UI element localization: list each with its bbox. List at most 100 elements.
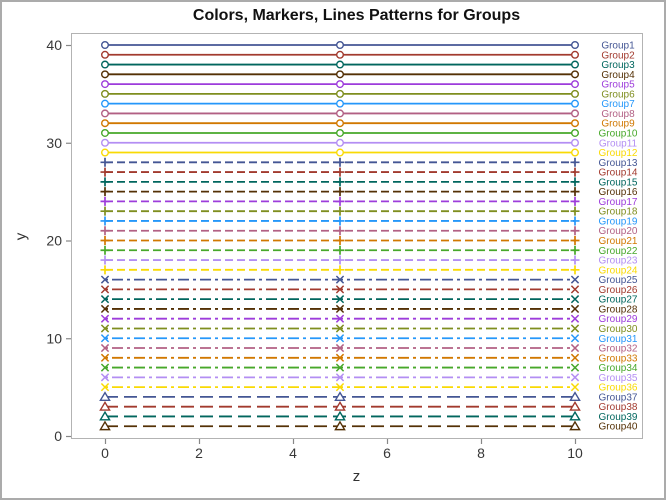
series-marker-circle	[336, 99, 345, 108]
series-marker-plus	[100, 236, 110, 245]
series-marker-circle	[571, 50, 580, 59]
series-marker-circle	[336, 50, 345, 59]
series-marker-circle	[336, 80, 345, 89]
y-tick-label: 20	[46, 233, 62, 249]
series-marker-circle	[100, 60, 109, 69]
series-marker-circle	[100, 109, 109, 118]
series-marker-plus	[335, 255, 345, 265]
series-marker-circle	[336, 119, 345, 128]
series-marker-plus	[335, 187, 345, 197]
series-marker-plus	[570, 157, 580, 167]
series-marker-circle	[100, 148, 109, 157]
series-marker-circle	[571, 99, 580, 108]
series-marker-plus	[570, 167, 580, 177]
x-tick-label: 4	[289, 445, 297, 461]
sas-graph: Colors, Markers, Lines Patterns for Grou…	[0, 0, 666, 500]
series-marker-x	[570, 343, 580, 353]
series-marker-circle	[571, 128, 580, 137]
series-marker-plus	[570, 265, 580, 275]
y-tick-label: 40	[46, 37, 62, 53]
series-marker-circle	[571, 41, 580, 50]
series-marker-circle	[571, 80, 580, 89]
y-tick-label: 10	[46, 330, 62, 346]
series-marker-plus	[100, 167, 110, 177]
y-axis-label: y	[12, 232, 30, 241]
series-marker-circle	[100, 128, 109, 137]
series-marker-x	[570, 324, 580, 333]
plot-svg: 0 2 4 6 8 10010203040 Group1Group2Group3Group4…	[46, 33, 643, 461]
x-tick-label: 2	[195, 445, 203, 461]
series-marker-circle	[100, 99, 109, 108]
series-marker-circle	[336, 138, 345, 147]
series-marker-circle	[571, 70, 580, 79]
series-marker-plus	[570, 216, 580, 226]
series-marker-x	[570, 382, 580, 392]
series-curve-label: Group40	[599, 422, 638, 433]
series-marker-plus	[570, 187, 580, 197]
x-axis-label: z	[352, 468, 361, 485]
series-marker-x	[570, 285, 580, 294]
series-marker-x	[570, 363, 580, 372]
x-tick-label: 6	[383, 445, 391, 461]
series-marker-plus	[570, 255, 580, 265]
series-marker-plus	[335, 167, 345, 177]
series-marker-plus	[100, 245, 110, 255]
series-marker-circle	[100, 138, 109, 147]
series-marker-plus	[335, 226, 345, 236]
series-marker-plus	[100, 216, 110, 226]
series-marker-circle	[336, 89, 345, 98]
series-marker-plus	[335, 245, 345, 255]
series-marker-circle	[100, 50, 109, 59]
series-marker-plus	[570, 226, 580, 236]
series-marker-plus	[570, 206, 580, 216]
series-marker-plus	[100, 265, 110, 275]
series-marker-circle	[100, 89, 109, 98]
series-marker-plus	[335, 236, 345, 245]
series-marker-x	[570, 373, 580, 382]
series-marker-circle	[571, 138, 580, 147]
series-marker-circle	[571, 109, 580, 118]
series-marker-circle	[571, 60, 580, 69]
series-marker-x	[570, 353, 580, 362]
series-marker-circle	[336, 70, 345, 79]
series-marker-circle	[336, 60, 345, 69]
series-marker-plus	[570, 196, 580, 206]
series-marker-plus	[570, 245, 580, 255]
series-marker-x	[570, 295, 580, 304]
series-marker-plus	[335, 216, 345, 226]
series-marker-plus	[100, 226, 110, 236]
series-marker-plus	[570, 177, 580, 187]
series-marker-x	[570, 314, 580, 323]
series-marker-plus	[335, 196, 345, 206]
series-marker-plus	[100, 157, 110, 167]
series-marker-plus	[570, 236, 580, 245]
y-tick-label: 0	[54, 428, 62, 444]
series-marker-plus	[100, 177, 110, 187]
series-marker-circle	[100, 119, 109, 128]
series-marker-circle	[100, 70, 109, 79]
x-tick-label: 8	[477, 445, 485, 461]
series-marker-x	[570, 304, 580, 314]
series-marker-plus	[100, 187, 110, 197]
series-marker-plus	[335, 265, 345, 275]
series-marker-circle	[571, 119, 580, 128]
series-marker-circle	[100, 41, 109, 50]
series-marker-circle	[336, 128, 345, 137]
series-marker-circle	[571, 148, 580, 157]
x-tick-label: 10	[567, 445, 583, 461]
series-marker-plus	[100, 255, 110, 265]
series-marker-plus	[335, 206, 345, 216]
series-marker-x	[570, 275, 580, 284]
series-marker-circle	[336, 109, 345, 118]
series-marker-x	[570, 334, 580, 343]
y-tick-label: 30	[46, 135, 62, 151]
series-marker-plus	[335, 157, 345, 167]
series-marker-plus	[100, 206, 110, 216]
series-marker-circle	[100, 80, 109, 89]
series-marker-plus	[100, 196, 110, 206]
series-marker-circle	[336, 41, 345, 50]
series-marker-circle	[571, 89, 580, 98]
series-marker-circle	[336, 148, 345, 157]
x-tick-label: 0	[101, 445, 109, 461]
series-marker-plus	[335, 177, 345, 187]
